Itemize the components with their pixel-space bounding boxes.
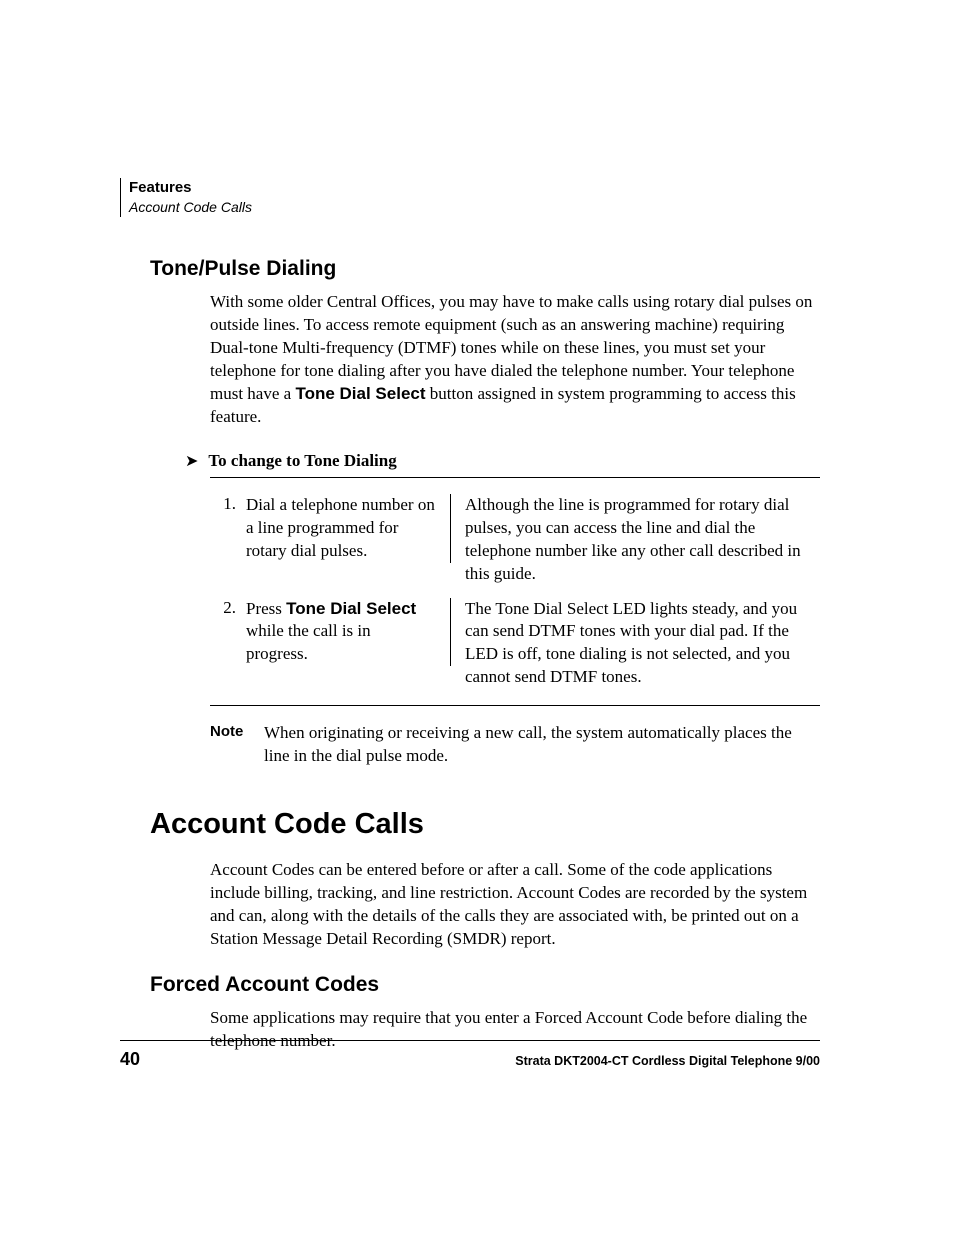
step-number: 2. <box>210 598 246 618</box>
procedure-heading: ➤ To change to Tone Dialing <box>185 451 820 471</box>
paragraph: Account Codes can be entered before or a… <box>210 859 820 951</box>
step-result: The Tone Dial Select LED lights steady, … <box>451 598 820 690</box>
note-body: When originating or receiving a new call… <box>264 722 820 768</box>
heading-account-code-calls: Account Code Calls <box>150 808 820 841</box>
running-head-section: Account Code Calls <box>129 198 820 217</box>
heading-tone-pulse: Tone/Pulse Dialing <box>150 257 820 281</box>
table-row: 1. Dial a telephone number on a line pro… <box>210 488 820 592</box>
heading-forced-account-codes: Forced Account Codes <box>150 973 820 997</box>
page-footer: 40 Strata DKT2004-CT Cordless Digital Te… <box>120 1040 820 1070</box>
button-name-tone-dial-select: Tone Dial Select <box>286 599 416 618</box>
page-number: 40 <box>120 1049 140 1070</box>
paragraph: With some older Central Offices, you may… <box>210 291 820 429</box>
text: while the call is in progress. <box>246 621 371 663</box>
step-action: Dial a telephone number on a line progra… <box>246 494 451 563</box>
note: Note When originating or receiving a new… <box>210 722 820 768</box>
arrow-icon: ➤ <box>185 454 198 470</box>
running-head-chapter: Features <box>129 178 820 198</box>
procedure-title: To change to Tone Dialing <box>208 451 396 471</box>
running-head: Features Account Code Calls <box>120 178 820 217</box>
table-row: 2. Press Tone Dial Select while the call… <box>210 592 820 696</box>
note-label: Note <box>210 722 264 768</box>
step-number: 1. <box>210 494 246 514</box>
step-result: Although the line is programmed for rota… <box>451 494 820 586</box>
text: Press <box>246 599 286 618</box>
footer-title: Strata DKT2004-CT Cordless Digital Telep… <box>515 1054 820 1068</box>
procedure-table: 1. Dial a telephone number on a line pro… <box>210 477 820 707</box>
button-name-tone-dial-select: Tone Dial Select <box>295 384 425 403</box>
step-action: Press Tone Dial Select while the call is… <box>246 598 451 667</box>
